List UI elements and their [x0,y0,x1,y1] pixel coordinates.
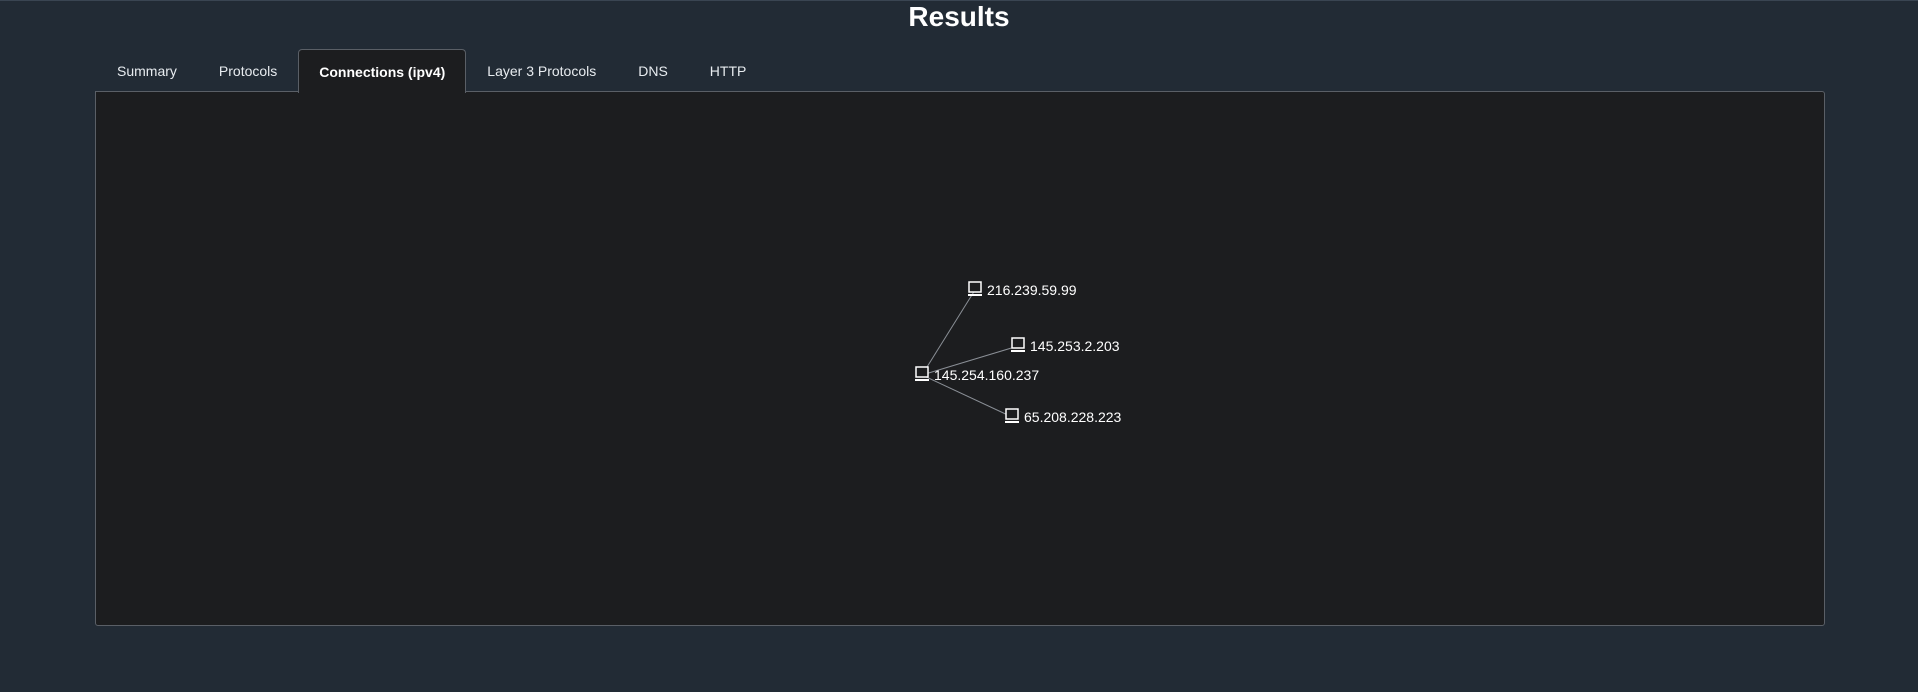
connections-panel: 145.254.160.237 216.239.59.99 145.253.2.20… [95,91,1825,626]
computer-icon [1011,337,1025,352]
tab-layer3-protocols[interactable]: Layer 3 Protocols [466,49,617,92]
tab-dns[interactable]: DNS [617,49,689,92]
computer-icon [915,366,929,381]
page-title: Results [908,1,1010,32]
computer-icon [968,281,982,296]
graph-node[interactable]: 65.208.228.223 [1005,408,1122,425]
node-label: 65.208.228.223 [1024,409,1122,425]
graph-node[interactable]: 145.254.160.237 [915,366,1039,383]
tab-connections-ipv4[interactable]: Connections (ipv4) [298,49,467,93]
node-label: 145.253.2.203 [1030,338,1120,354]
connection-edge [921,289,976,376]
tab-protocols[interactable]: Protocols [198,49,298,92]
connections-graph[interactable]: 145.254.160.237 216.239.59.99 145.253.2.20… [96,92,1824,625]
graph-node[interactable]: 145.253.2.203 [1011,337,1120,354]
node-label: 145.254.160.237 [934,367,1039,383]
computer-icon [1005,408,1019,423]
results-page: Results Summary Protocols Connections (i… [0,0,1918,692]
tab-summary[interactable]: Summary [96,49,198,92]
graph-node[interactable]: 216.239.59.99 [968,281,1077,298]
node-label: 216.239.59.99 [987,282,1077,298]
results-tabs: Summary Protocols Connections (ipv4) Lay… [96,49,768,93]
tab-http[interactable]: HTTP [689,49,768,92]
